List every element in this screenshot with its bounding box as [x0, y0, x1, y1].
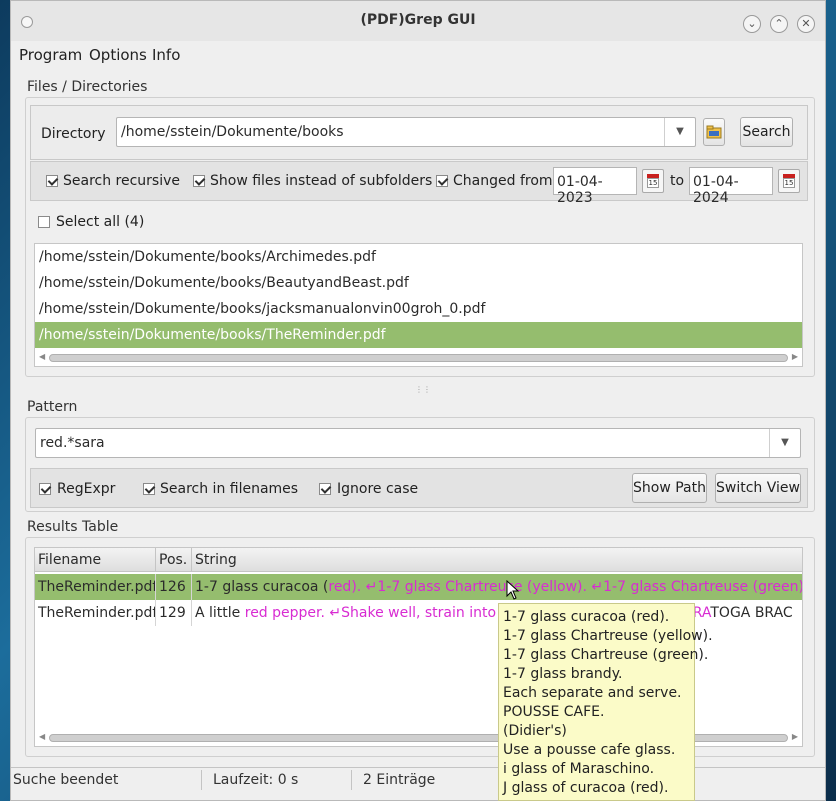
maximize-icon[interactable]: ⌃	[770, 15, 788, 33]
file-list-scrollbar[interactable]: ◀ ▶	[35, 352, 802, 364]
status-bar: Suche beendet Laufzeit: 0 s 2 Einträge	[11, 767, 825, 792]
pattern-combo[interactable]: red.*sara ▼	[35, 428, 801, 458]
directory-label: Directory	[41, 126, 106, 142]
close-icon[interactable]: ✕	[797, 15, 815, 33]
match-tooltip: 1-7 glass curacoa (red). 1-7 glass Chart…	[498, 603, 713, 801]
ignore-case-label: Ignore case	[337, 481, 419, 497]
calendar-from-button[interactable]: 15	[642, 169, 664, 193]
status-entries: 2 Einträge	[363, 772, 436, 788]
show-path-button[interactable]: Show Path	[632, 473, 707, 503]
regexpr-label: RegExpr	[57, 481, 116, 497]
match-prefix: A little	[195, 605, 245, 621]
tooltip-line: POUSSE CAFE.	[503, 704, 605, 720]
directory-combo[interactable]: /home/sstein/Dokumente/books ▼	[116, 117, 696, 147]
calendar-icon: 15	[647, 178, 659, 188]
pattern-value: red.*sara	[40, 435, 105, 451]
tooltip-line: 1-7 glass curacoa (red).	[503, 609, 670, 625]
tooltip-line: Each separate and serve.	[503, 685, 682, 701]
browse-folder-button[interactable]	[703, 118, 725, 146]
cell-pos: 126	[156, 574, 192, 600]
tooltip-line: i glass of Maraschino.	[503, 761, 655, 777]
to-label: to	[670, 173, 685, 189]
file-list-item[interactable]: /home/sstein/Dokumente/books/BeautyandBe…	[35, 270, 802, 296]
menu-program[interactable]: Program	[19, 46, 82, 64]
pattern-group-title: Pattern	[27, 399, 78, 415]
calendar-to-button[interactable]: 15	[778, 169, 800, 193]
match-highlight: red). ↵1-7 glass Chartreuse (yellow). ↵1…	[328, 579, 803, 595]
search-recursive-checkbox[interactable]	[46, 175, 58, 187]
directory-value: /home/sstein/Dokumente/books	[121, 124, 344, 140]
file-list[interactable]: /home/sstein/Dokumente/books/Archimedes.…	[34, 243, 803, 367]
changed-from-checkbox[interactable]	[436, 175, 448, 187]
date-from-field[interactable]: 01-04-2023	[553, 167, 637, 206]
minimize-icon[interactable]: ⌄	[743, 15, 761, 33]
cell-filename: TheReminder.pdf	[35, 600, 156, 626]
select-all-label: Select all (4)	[56, 214, 145, 230]
search-button[interactable]: Search	[740, 117, 793, 147]
calendar-icon: 15	[783, 178, 795, 188]
column-header-pos[interactable]: Pos.	[156, 548, 192, 572]
search-filenames-label: Search in filenames	[160, 481, 299, 497]
mouse-cursor-icon	[506, 580, 520, 600]
date-to-field[interactable]: 01-04-2024	[689, 167, 773, 206]
ignore-case-checkbox[interactable]	[319, 483, 331, 495]
search-recursive-label: Search recursive	[63, 173, 181, 189]
tooltip-line: (Didier's)	[503, 723, 567, 739]
cell-pos: 129	[156, 600, 192, 626]
window-title: (PDF)Grep GUI	[360, 12, 476, 28]
show-files-label: Show files instead of subfolders	[210, 173, 433, 189]
file-list-item[interactable]: /home/sstein/Dokumente/books/jacksmanual…	[35, 296, 802, 322]
results-group-title: Results Table	[27, 519, 119, 535]
status-runtime: Laufzeit: 0 s	[213, 772, 299, 788]
chevron-down-icon[interactable]: ▼	[664, 118, 695, 146]
tooltip-line: Use a pousse cafe glass.	[503, 742, 676, 758]
main-window: (PDF)Grep GUI ⌄ ⌃ ✕ Program Options Info…	[10, 0, 826, 801]
match-prefix: 1-7 glass curacoa (	[195, 579, 329, 595]
search-filenames-checkbox[interactable]	[143, 483, 155, 495]
tooltip-line: 1-7 glass Chartreuse (yellow).	[503, 628, 713, 644]
menu-bar: Program Options Info	[11, 43, 825, 65]
column-header-string[interactable]: String	[192, 548, 802, 572]
file-list-item-selected[interactable]: /home/sstein/Dokumente/books/TheReminder…	[35, 322, 802, 348]
tooltip-line: 1-7 glass brandy.	[503, 666, 623, 682]
tooltip-line: 1-7 glass Chartreuse (green).	[503, 647, 709, 663]
files-group-title: Files / Directories	[27, 79, 148, 95]
tooltip-line: J glass of curacoa (red).	[503, 780, 669, 796]
folder-icon	[706, 125, 722, 139]
switch-view-button[interactable]: Switch View	[715, 473, 801, 503]
file-list-item[interactable]: /home/sstein/Dokumente/books/Archimedes.…	[35, 244, 802, 270]
menu-info[interactable]: Info	[152, 46, 180, 64]
match-suffix: TOGA BRAC	[710, 605, 793, 621]
show-files-checkbox[interactable]	[193, 175, 205, 187]
title-bar: (PDF)Grep GUI ⌄ ⌃ ✕	[11, 1, 825, 41]
column-header-filename[interactable]: Filename	[35, 548, 156, 572]
chevron-down-icon[interactable]: ▼	[769, 429, 800, 457]
cell-string: 1-7 glass curacoa (red). ↵1-7 glass Char…	[192, 574, 803, 600]
menu-options[interactable]: Options	[89, 46, 147, 64]
select-all-checkbox[interactable]	[38, 216, 50, 228]
status-message: Suche beendet	[13, 772, 119, 788]
cell-filename: TheReminder.pdf	[35, 574, 156, 600]
changed-from-label: Changed from	[453, 173, 553, 189]
regexpr-checkbox[interactable]	[39, 483, 51, 495]
splitter-handle[interactable]: ⋮⋮	[415, 385, 431, 394]
match-highlight: red pepper. ↵Shake well, strain into a f…	[244, 605, 528, 621]
